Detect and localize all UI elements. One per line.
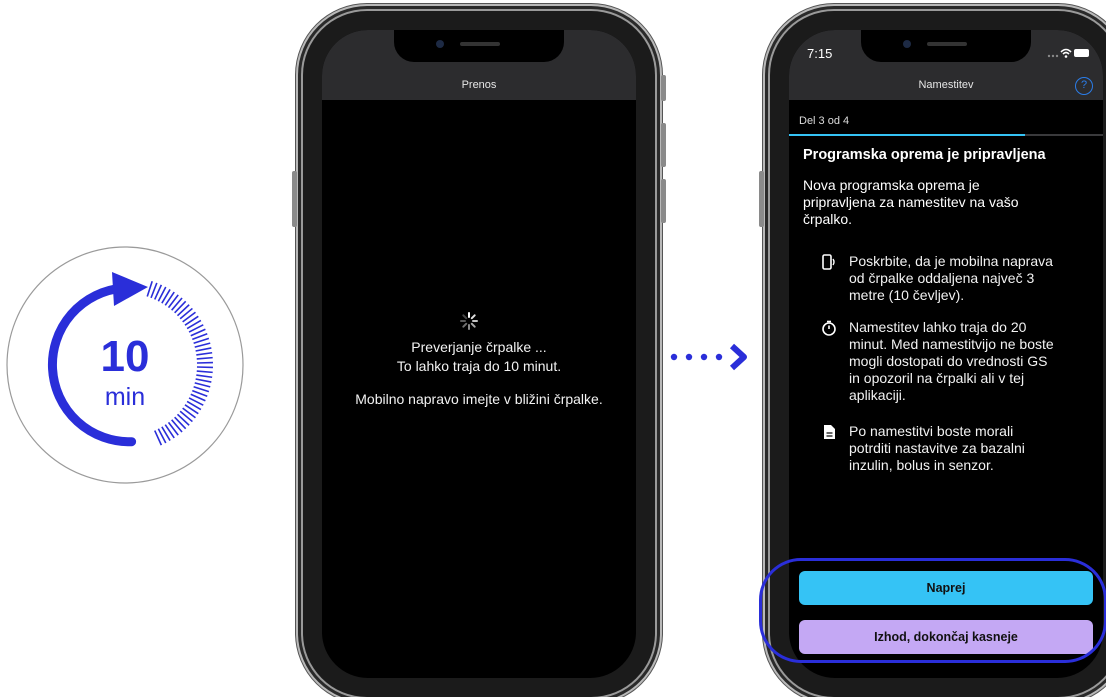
- notch: [394, 30, 564, 62]
- info-item-text: Namestitev lahko traja do 20 minut. Med …: [849, 319, 1054, 404]
- info-item-text: Po namestitvi boste morali potrditi nast…: [849, 423, 1054, 474]
- screen-title: Namestitev: [789, 79, 1103, 91]
- timer-dial-icon: 10 min: [0, 240, 250, 490]
- volume-button: [292, 171, 297, 227]
- notch: [861, 30, 1031, 62]
- intro-text: Nova programska oprema je pripravljena z…: [803, 177, 1053, 228]
- step-indicator: Del 3 od 4: [799, 115, 849, 127]
- side-button: [661, 123, 666, 167]
- wifi-icon: [1061, 50, 1071, 53]
- side-button: [661, 75, 666, 101]
- info-item-text: Poskrbite, da je mobilna naprava od črpa…: [849, 253, 1054, 304]
- screen-title: Prenos: [322, 79, 636, 91]
- dotted-arrow-icon: [668, 340, 758, 374]
- side-button: [661, 179, 666, 223]
- proximity-message: Mobilno napravo imejte v bližini črpalke…: [322, 390, 636, 409]
- progress-fill: [789, 134, 1025, 136]
- status-message-line2: To lahko traja do 10 minut.: [322, 357, 636, 376]
- progress-bar: [789, 134, 1103, 136]
- timer-value: 10: [101, 332, 150, 381]
- mobile-signal-icon: [821, 254, 837, 270]
- status-time: 7:15: [807, 46, 832, 61]
- battery-icon: [1074, 49, 1089, 57]
- help-icon[interactable]: ?: [1075, 77, 1093, 95]
- stopwatch-icon: [821, 320, 837, 336]
- buttons-highlight-outline: [759, 558, 1106, 663]
- volume-button: [759, 171, 764, 227]
- status-message-line1: Preverjanje črpalke ...: [322, 338, 636, 357]
- page-heading: Programska oprema je pripravljena: [803, 147, 1046, 163]
- status-icons: [1047, 47, 1091, 59]
- timer-illustration: 10 min: [0, 240, 250, 490]
- loading-spinner-icon: [459, 311, 479, 331]
- phone-left: Prenos Preverjanje črpalke ... To lahko …: [303, 11, 655, 697]
- timer-unit: min: [105, 383, 145, 411]
- document-icon: [821, 424, 837, 440]
- left-screen: Prenos Preverjanje črpalke ... To lahko …: [322, 30, 636, 678]
